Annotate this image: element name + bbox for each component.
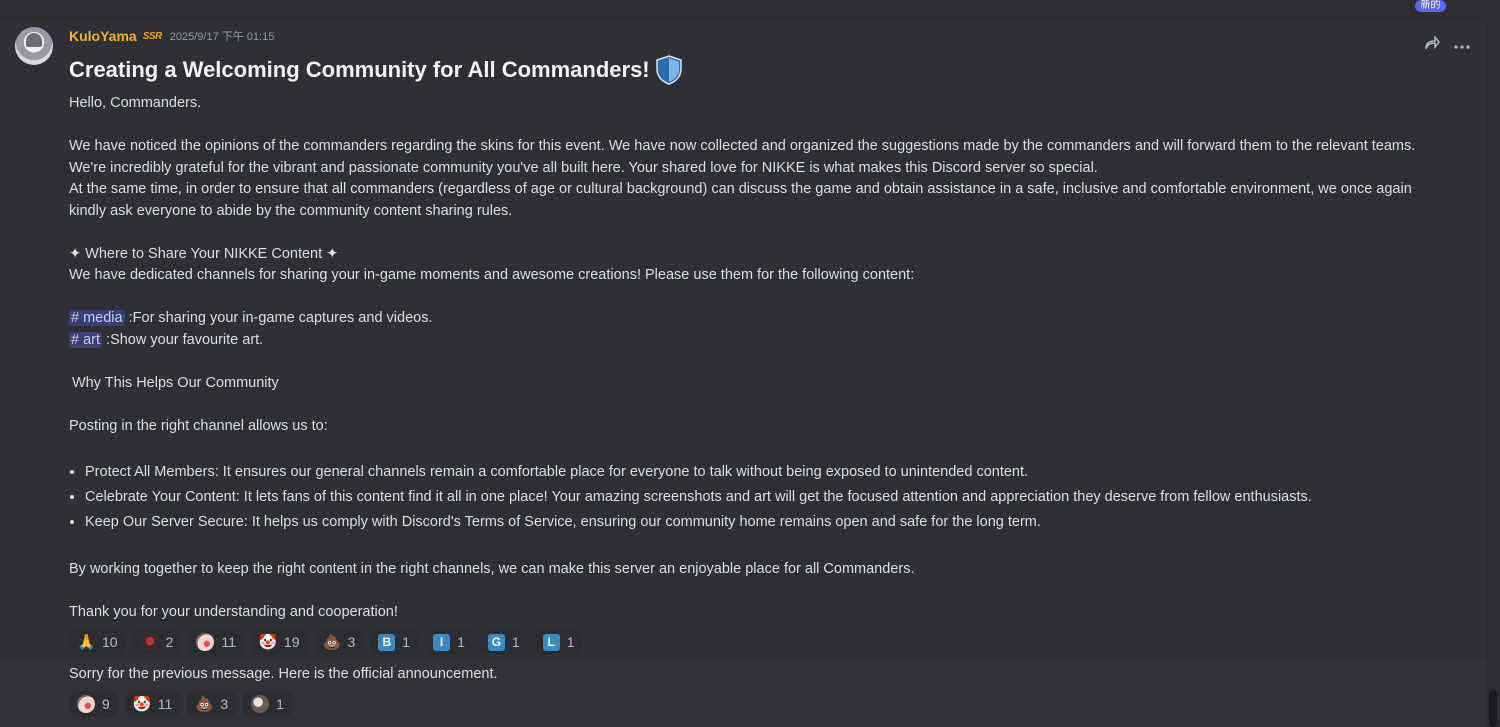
followup-message[interactable]: Sorry for the previous message. Here is … bbox=[69, 664, 1469, 686]
title-text: Creating a Welcoming Community for All C… bbox=[69, 57, 650, 82]
shield-icon bbox=[655, 55, 682, 85]
reaction-count: 3 bbox=[220, 696, 229, 712]
announcement-title: Creating a Welcoming Community for All C… bbox=[69, 55, 682, 85]
reaction-count: 1 bbox=[566, 634, 575, 650]
forward-icon[interactable] bbox=[1424, 34, 1440, 55]
regional-b-icon: B bbox=[378, 633, 396, 651]
clown-icon: 🤡 bbox=[258, 633, 278, 651]
regional-g-icon: G bbox=[487, 633, 505, 651]
paragraph-1: We have noticed the opinions of the comm… bbox=[69, 138, 1416, 154]
reaction-count: 11 bbox=[221, 634, 236, 650]
message-container[interactable]: KuloYama SSR 2025/9/17 下午 01:15 Creating… bbox=[0, 22, 1486, 660]
message-actions bbox=[1417, 32, 1477, 58]
reaction-regional-g[interactable]: G 1 bbox=[479, 629, 528, 655]
reaction-count: 3 bbox=[347, 634, 356, 650]
reaction-count: 1 bbox=[457, 634, 465, 650]
channel-line-art: # art :Show your favourite art. bbox=[69, 330, 1469, 352]
paragraph-2: We're incredibly grateful for the vibran… bbox=[69, 159, 1098, 176]
why-heading: Why This Helps Our Community bbox=[72, 374, 279, 391]
reaction-count: 11 bbox=[157, 696, 173, 712]
timestamp[interactable]: 2025/9/17 下午 01:15 bbox=[170, 28, 275, 44]
reaction-count: 10 bbox=[102, 634, 118, 650]
reaction-count: 19 bbox=[283, 634, 300, 650]
reaction-count: 9 bbox=[102, 696, 110, 712]
reaction-custom-avatar[interactable]: 2 bbox=[132, 629, 182, 655]
reaction-count: 2 bbox=[165, 634, 174, 650]
top-bar bbox=[0, 0, 1500, 22]
custom-anime-emoji-icon bbox=[196, 633, 215, 651]
custom-anime-emoji-icon bbox=[77, 695, 95, 713]
reaction-regional-i[interactable]: I 1 bbox=[425, 629, 473, 655]
section-heading: ✦ Where to Share Your NIKKE Content ✦ bbox=[69, 245, 339, 262]
channel-mention-media[interactable]: # media bbox=[69, 310, 125, 326]
followup-reaction-bar: 9 🤡 11 💩 3 1 bbox=[69, 691, 292, 717]
paragraph-4: We have dedicated channels for sharing y… bbox=[69, 267, 915, 283]
reaction-clown[interactable]: 🤡 19 bbox=[250, 629, 308, 655]
reaction-folded-hands[interactable]: 🙏 10 bbox=[69, 629, 126, 655]
greeting: Hello, Commanders. bbox=[69, 95, 202, 111]
reaction-clown[interactable]: 🤡 11 bbox=[124, 691, 181, 717]
paragraph-3a: At the same time, in order to ensure tha… bbox=[69, 181, 1412, 197]
reaction-poop[interactable]: 💩 3 bbox=[314, 629, 364, 655]
reaction-custom-character[interactable]: 1 bbox=[243, 691, 292, 717]
channel-line-media: # media :For sharing your in-game captur… bbox=[69, 308, 1469, 330]
custom-avatar-emoji-icon bbox=[140, 633, 159, 651]
reaction-bar: 🙏 10 2 11 🤡 19 💩 3 B 1 I 1 G 1 L 1 bbox=[69, 629, 583, 655]
reaction-count: 1 bbox=[511, 634, 520, 650]
channel-description: :For sharing your in-game captures and v… bbox=[128, 310, 433, 326]
message-closing: By working together to keep the right co… bbox=[69, 559, 1469, 624]
regional-i-icon: I bbox=[433, 633, 451, 651]
reaction-count: 1 bbox=[402, 634, 411, 650]
regional-l-icon: L bbox=[542, 633, 560, 651]
folded-hands-icon: 🙏 bbox=[77, 633, 96, 651]
closing-line-2: Thank you for your understanding and coo… bbox=[69, 604, 398, 620]
followup-text: Sorry for the previous message. Here is … bbox=[69, 666, 498, 682]
clown-icon: 🤡 bbox=[132, 695, 152, 713]
message-header: KuloYama SSR 2025/9/17 下午 01:15 bbox=[69, 27, 274, 45]
avatar[interactable] bbox=[15, 27, 53, 65]
list-item: Keep Our Server Secure: It helps us comp… bbox=[85, 510, 1312, 535]
poop-icon: 💩 bbox=[195, 695, 215, 713]
channel-mention-art[interactable]: # art bbox=[69, 331, 103, 348]
new-messages-pill[interactable]: 新的 bbox=[1415, 0, 1446, 12]
reaction-custom-anime[interactable]: 11 bbox=[188, 629, 244, 655]
poop-icon: 💩 bbox=[322, 633, 342, 651]
reaction-regional-b[interactable]: B 1 bbox=[370, 629, 419, 655]
paragraph-3b: kindly ask everyone to abide by the comm… bbox=[69, 202, 513, 219]
channel-description: :Show your favourite art. bbox=[106, 331, 264, 348]
bullet-list: Protect All Members: It ensures our gene… bbox=[69, 460, 1312, 535]
scrollbar-thumb[interactable] bbox=[1489, 690, 1497, 727]
message-body: Hello, Commanders. We have noticed the o… bbox=[69, 93, 1469, 437]
list-item: Protect All Members: It ensures our gene… bbox=[85, 460, 1312, 485]
list-item: Celebrate Your Content: It lets fans of … bbox=[85, 485, 1312, 510]
reaction-count: 1 bbox=[276, 696, 284, 712]
user-badge: SSR bbox=[142, 30, 163, 42]
reaction-regional-l[interactable]: L 1 bbox=[534, 629, 583, 655]
reaction-custom-anime[interactable]: 9 bbox=[69, 691, 118, 717]
closing-line-1: By working together to keep the right co… bbox=[69, 561, 915, 577]
scrollbar[interactable] bbox=[1486, 0, 1500, 727]
username[interactable]: KuloYama bbox=[69, 28, 137, 44]
more-options-icon[interactable] bbox=[1454, 36, 1470, 54]
reaction-poop[interactable]: 💩 3 bbox=[187, 691, 237, 717]
custom-character-emoji-icon bbox=[251, 695, 270, 713]
posting-line: Posting in the right channel allows us t… bbox=[69, 417, 328, 434]
